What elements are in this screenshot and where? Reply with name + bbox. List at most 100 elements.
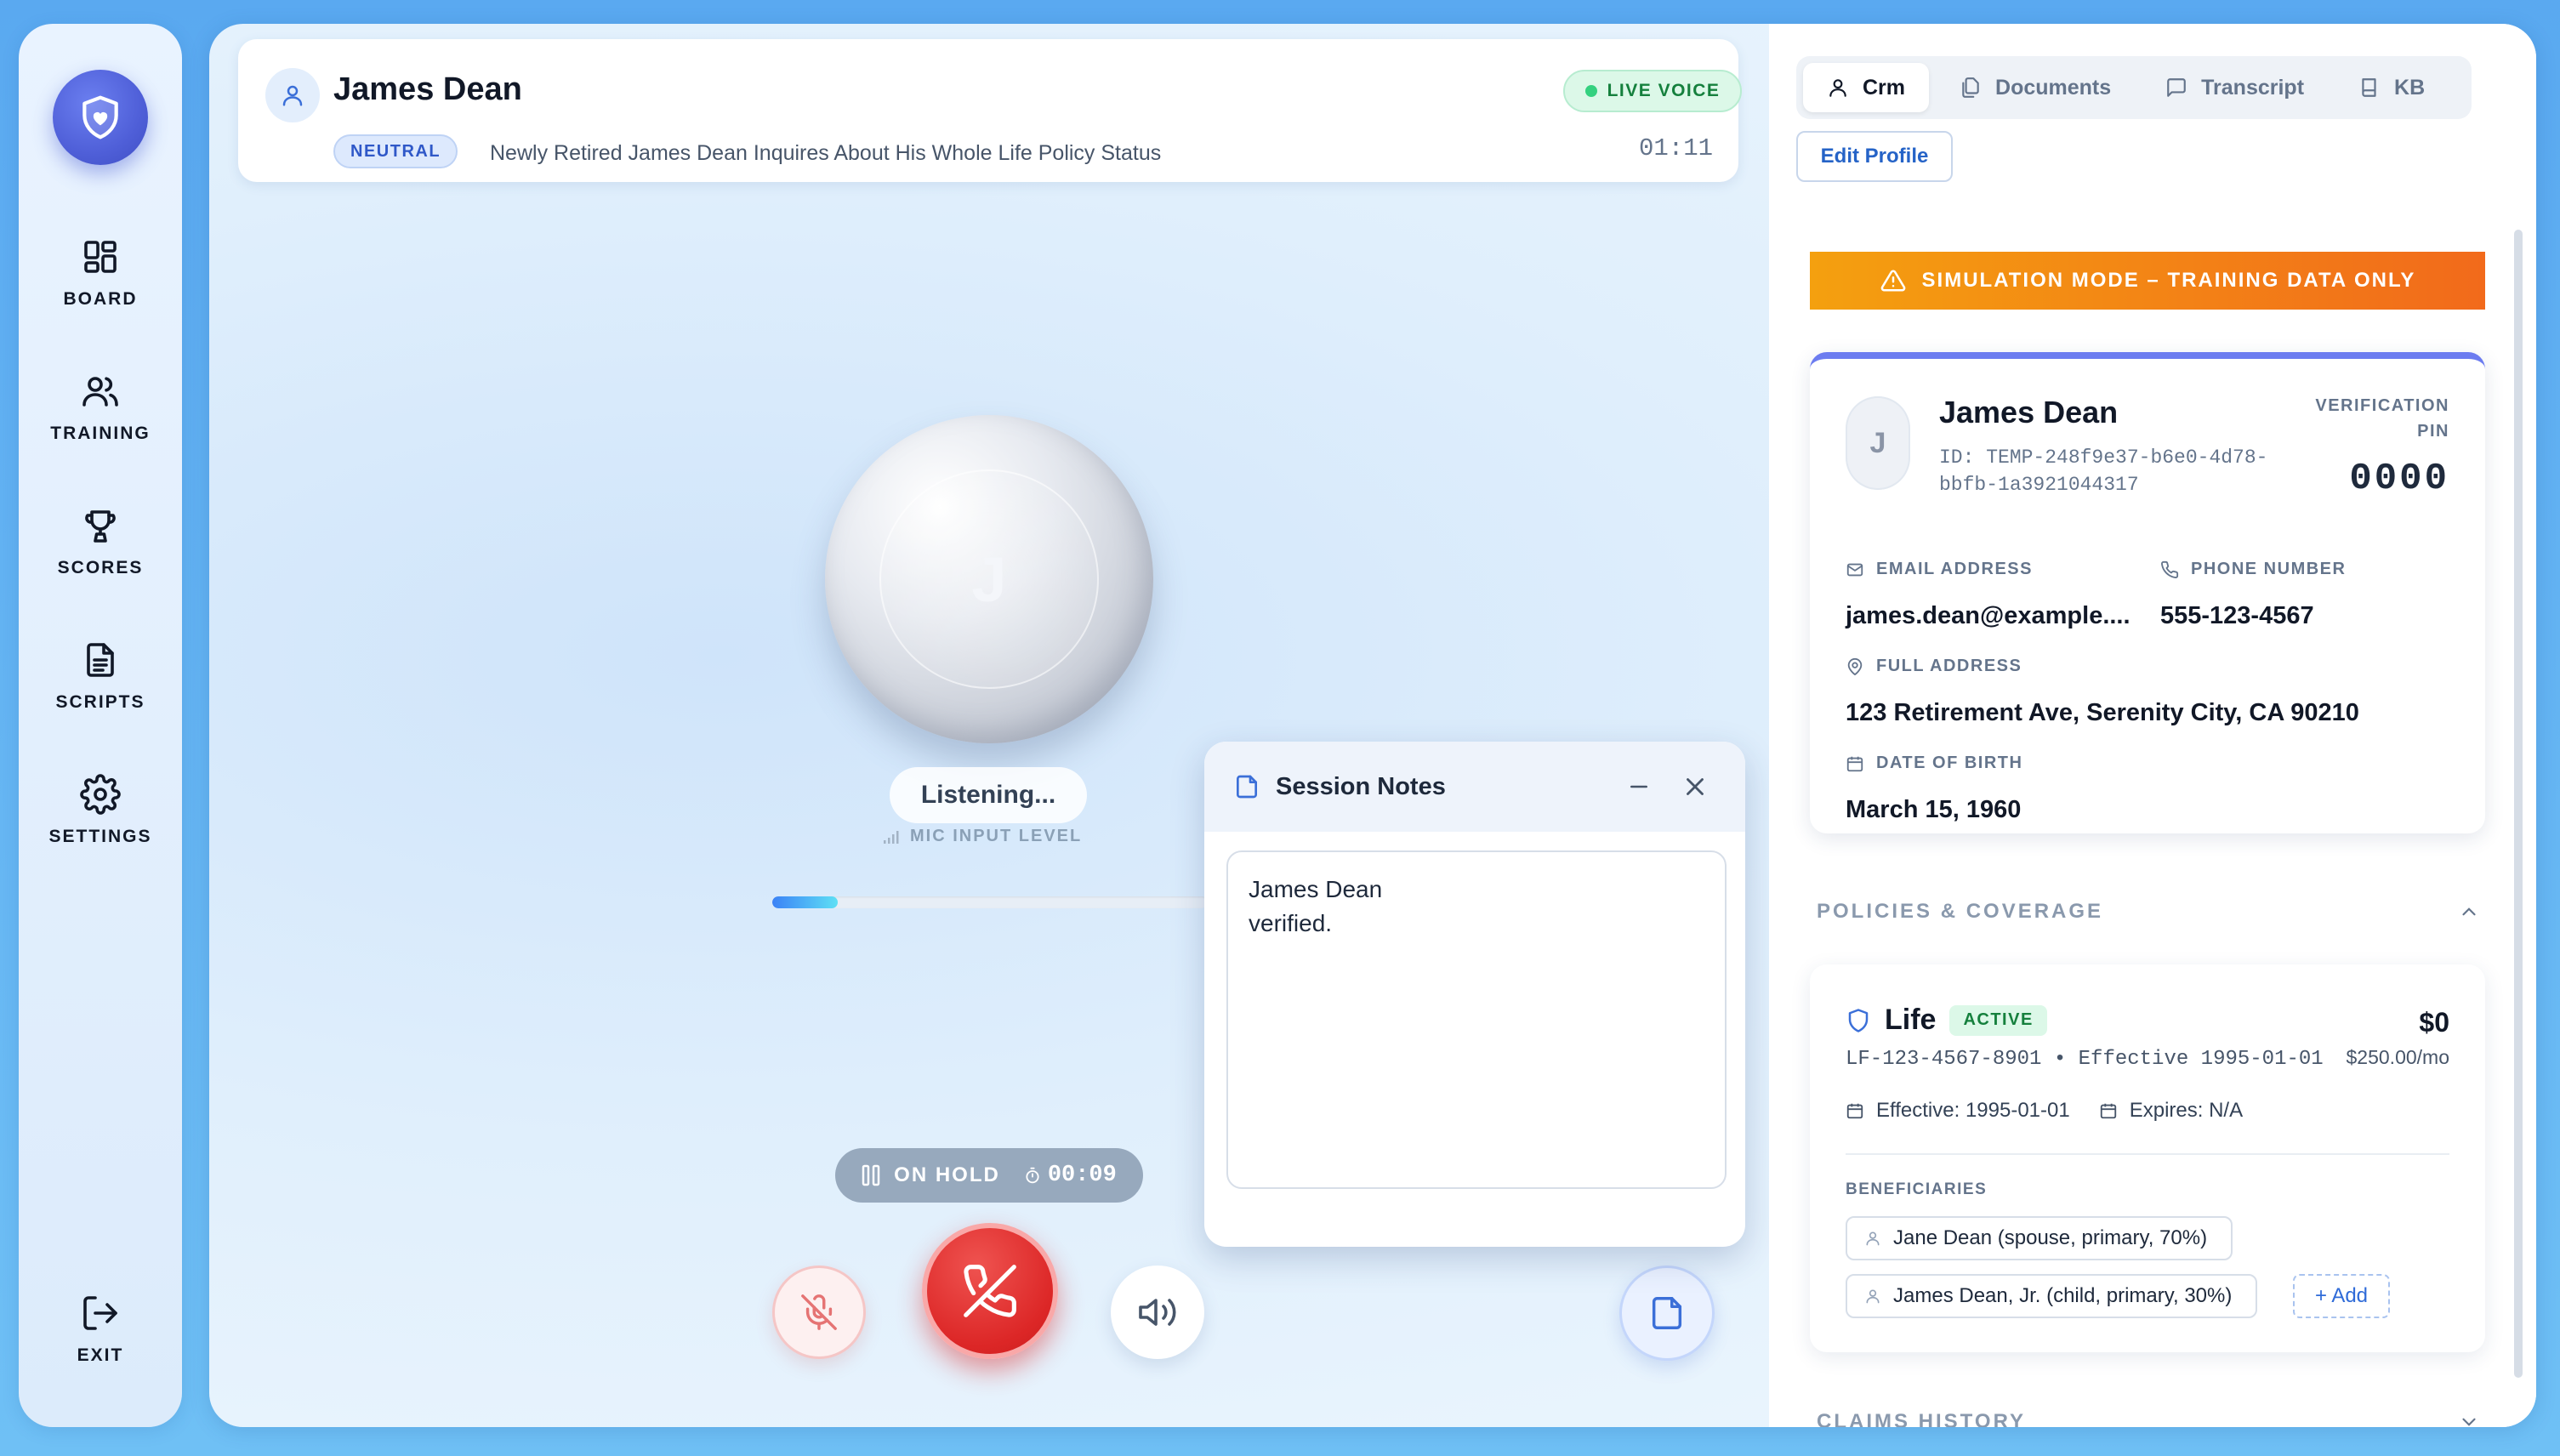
beneficiary-chip[interactable]: Jane Dean (spouse, primary, 70%) [1846, 1216, 2233, 1260]
logout-icon [83, 1296, 117, 1330]
customer-avatar: J [1846, 396, 1910, 490]
caller-avatar [265, 68, 320, 122]
chevron-down-icon [2462, 1418, 2476, 1426]
nav-scores-label: SCORES [57, 558, 144, 577]
beneficiary-name: James Dean, Jr. (child, primary, 30%) [1893, 1284, 2233, 1307]
note-icon [1652, 1297, 1682, 1329]
session-notes-title: Session Notes [1276, 772, 1446, 800]
close-icon[interactable] [1681, 772, 1710, 801]
minimize-icon[interactable] [1626, 774, 1652, 799]
users-icon [82, 377, 118, 407]
phone-icon [2161, 560, 2179, 578]
policy-status-badge: ACTIVE [1949, 1004, 2047, 1036]
policy-premium: $250.00/mo [2346, 1046, 2449, 1068]
tab-transcript[interactable]: Transcript [2142, 63, 2328, 112]
simulation-banner: SIMULATION MODE – TRAINING DATA ONLY [1810, 252, 2485, 310]
file-text-icon [87, 643, 114, 677]
nav-training-label: TRAINING [50, 424, 151, 443]
call-header: James Dean NEUTRAL Newly Retired James D… [238, 39, 1742, 182]
hang-up-button[interactable] [922, 1223, 1058, 1359]
hold-timer: 00:09 [1047, 1163, 1117, 1188]
beneficiary-chip[interactable]: James Dean, Jr. (child, primary, 30%) [1846, 1274, 2258, 1318]
nav-settings[interactable]: SETTINGS [19, 774, 182, 867]
hold-indicator[interactable]: ON HOLD 00:09 [835, 1148, 1143, 1203]
calendar-icon [1846, 756, 1863, 771]
email-label: EMAIL ADDRESS [1846, 560, 2033, 579]
session-notes-panel: Session Notes James Dean verified. [1204, 742, 1745, 1247]
map-pin-icon [1847, 657, 1863, 675]
customer-name: James Dean [1939, 395, 2119, 429]
claims-section-header[interactable]: CLAIMS HISTORY [1817, 1410, 2480, 1427]
mic-off-icon [801, 1294, 837, 1330]
orb-initial: J [879, 469, 1099, 689]
sentiment-badge: NEUTRAL [333, 134, 458, 168]
customer-profile-card: J James Dean ID: TEMP-248f9e37-b6e0-4d78… [1810, 352, 2485, 833]
claims-heading: CLAIMS HISTORY [1817, 1410, 2027, 1427]
mail-icon [1846, 563, 1863, 576]
simulation-banner-text: SIMULATION MODE – TRAINING DATA ONLY [1921, 269, 2416, 292]
add-beneficiary-button[interactable]: + Add [2293, 1274, 2390, 1318]
layout-grid-icon [84, 241, 117, 273]
tab-kb-label: KB [2394, 75, 2426, 100]
nav-exit[interactable]: EXIT [19, 1293, 182, 1386]
policy-amount: $0 [2419, 1007, 2449, 1038]
crm-panel: Crm Documents Transcript KB Edit Profile… [1769, 24, 2536, 1427]
tab-crm[interactable]: Crm [1803, 63, 1930, 112]
tab-kb[interactable]: KB [2335, 63, 2449, 112]
signal-bars-icon [884, 830, 899, 844]
policies-section-header[interactable]: POLICIES & COVERAGE [1817, 900, 2480, 924]
tab-documents-label: Documents [1995, 75, 2112, 100]
user-icon [1866, 1289, 1880, 1304]
policy-effective-text: Effective: 1995-01-01 [1876, 1099, 2070, 1122]
shield-heart-logo [53, 70, 148, 165]
policy-effective: Effective: 1995-01-01 [1846, 1099, 2070, 1123]
hold-label: ON HOLD [894, 1163, 1000, 1186]
nav-settings-label: SETTINGS [48, 827, 152, 846]
pause-icon [862, 1164, 880, 1186]
beneficiary-name: Jane Dean (spouse, primary, 70%) [1893, 1226, 2208, 1249]
edit-profile-button[interactable]: Edit Profile [1796, 131, 1953, 182]
stopwatch-icon [1026, 1167, 1039, 1184]
nav-scores[interactable]: SCORES [19, 505, 182, 599]
address-label-text: FULL ADDRESS [1876, 657, 2022, 675]
caller-orb: J [825, 415, 1153, 743]
call-timer: 01:11 [1638, 134, 1713, 162]
trophy-icon [85, 510, 116, 543]
user-icon [1866, 1231, 1880, 1246]
policy-title: Life ACTIVE [1846, 1004, 2047, 1037]
nav-scripts[interactable]: SCRIPTS [19, 640, 182, 733]
mic-input-text: MIC INPUT LEVEL [910, 827, 1083, 845]
mute-button[interactable] [772, 1265, 866, 1359]
call-subject: Newly Retired James Dean Inquires About … [490, 141, 1162, 165]
caller-name: James Dean [333, 71, 522, 107]
nav-board[interactable]: BOARD [19, 236, 182, 330]
phone-off-icon [964, 1265, 1016, 1317]
nav-training[interactable]: TRAINING [19, 371, 182, 464]
sidebar: BOARD TRAINING SCORES SCRIPTS SETTINGS E… [19, 24, 182, 1427]
tab-crm-label: Crm [1863, 75, 1906, 100]
panel-tabs: Crm Documents Transcript KB [1796, 56, 2472, 119]
volume-icon [1139, 1299, 1176, 1326]
call-workspace: James Dean NEUTRAL Newly Retired James D… [209, 24, 2536, 1427]
speaker-button[interactable] [1111, 1265, 1204, 1359]
email-value: james.dean@example.... [1846, 602, 2130, 629]
tab-documents[interactable]: Documents [1936, 63, 2135, 112]
mic-level-bar [772, 896, 1208, 908]
tab-transcript-label: Transcript [2201, 75, 2305, 100]
listening-status: Listening... [890, 767, 1087, 823]
policy-type: Life [1885, 1004, 1937, 1036]
policy-expires-text: Expires: N/A [2129, 1099, 2244, 1122]
notes-toggle-button[interactable] [1619, 1265, 1715, 1361]
calendar-icon [1846, 1103, 1863, 1119]
dob-label: DATE OF BIRTH [1846, 754, 2022, 773]
dob-label-text: DATE OF BIRTH [1876, 754, 2023, 772]
policy-card: Life ACTIVE $0 $250.00/mo LF-123-4567-89… [1810, 964, 2485, 1352]
live-voice-badge: LIVE VOICE [1563, 70, 1742, 112]
address-value: 123 Retirement Ave, Serenity City, CA 90… [1846, 699, 2359, 726]
address-label: FULL ADDRESS [1846, 657, 2022, 676]
beneficiaries-label: BENEFICIARIES [1846, 1180, 1988, 1198]
session-notes-textarea[interactable]: James Dean verified. [1226, 850, 1727, 1189]
user-icon [282, 85, 303, 106]
panel-scrollbar[interactable] [2514, 230, 2523, 1378]
gear-icon [80, 774, 121, 815]
